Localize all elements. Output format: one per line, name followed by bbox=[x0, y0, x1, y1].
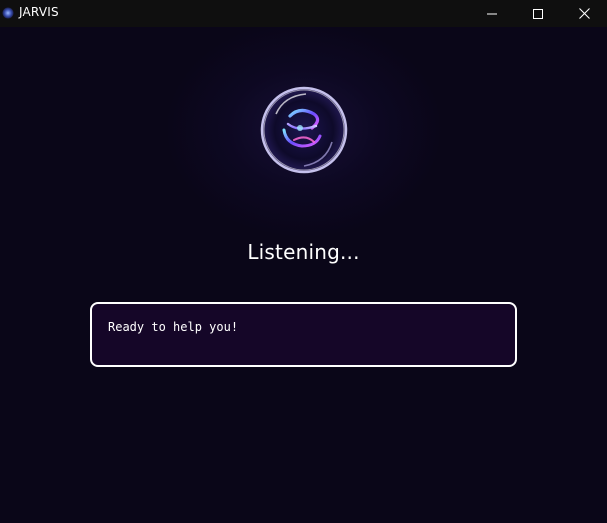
close-icon bbox=[578, 8, 590, 19]
status-label: Listening... bbox=[247, 240, 360, 264]
minimize-icon bbox=[487, 13, 497, 14]
close-button[interactable] bbox=[561, 0, 607, 27]
maximize-icon bbox=[533, 8, 543, 19]
response-box: Ready to help you! bbox=[90, 302, 517, 367]
main-content: Listening... Ready to help you! bbox=[0, 27, 607, 523]
energy-orb[interactable] bbox=[254, 84, 354, 176]
minimize-button[interactable] bbox=[469, 0, 515, 27]
app-window: JARVIS Listening... Ready to help you! bbox=[0, 0, 607, 523]
title-bar[interactable]: JARVIS bbox=[0, 0, 607, 27]
maximize-button[interactable] bbox=[515, 0, 561, 27]
window-title: JARVIS bbox=[19, 5, 59, 19]
orb-icon bbox=[2, 7, 14, 19]
response-text: Ready to help you! bbox=[108, 320, 239, 334]
energy-orb-icon bbox=[258, 84, 350, 176]
